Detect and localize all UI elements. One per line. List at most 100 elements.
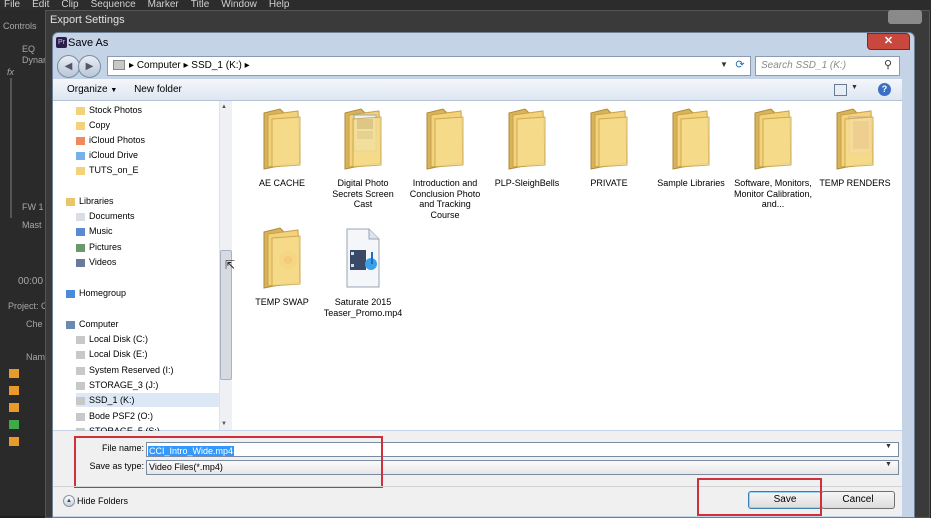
menu-title[interactable]: Title	[191, 0, 210, 10]
folder-item[interactable]: AE CACHE	[242, 107, 322, 222]
address-bar[interactable]: ▸ Computer ▸ SSD_1 (K:) ▸	[107, 56, 751, 76]
refresh-icon[interactable]: ⟳	[732, 57, 748, 73]
menu-file[interactable]: File	[4, 0, 20, 10]
project-search-label: Che	[26, 319, 43, 329]
menu-clip[interactable]: Clip	[61, 0, 78, 10]
nav-item[interactable]: Stock Photos	[76, 103, 142, 117]
fader-track	[10, 78, 12, 218]
folder-item[interactable]: TEMP SWAP	[242, 226, 322, 341]
fx-icon[interactable]: fx	[7, 67, 14, 77]
address-dropdown-icon[interactable]: ▼	[717, 57, 731, 73]
menu-window[interactable]: Window	[221, 0, 257, 10]
master-label: Mast	[22, 220, 42, 230]
save-type-dropdown-icon[interactable]: ▼	[885, 461, 892, 468]
icloud-photos-icon	[76, 136, 85, 145]
search-input[interactable]: Search SSD_1 (K:)	[755, 56, 900, 76]
help-icon[interactable]: ?	[878, 83, 891, 96]
folder-item[interactable]: Digital Photo Secrets Screen Cast	[323, 107, 403, 222]
item-label: Software, Monitors, Monitor Calibration,…	[733, 178, 813, 209]
item-label: Introduction and Conclusion Photo and Tr…	[409, 178, 481, 220]
menu-sequence[interactable]: Sequence	[91, 0, 136, 10]
search-icon[interactable]: ⚲	[884, 58, 892, 71]
nav-item[interactable]: System Reserved (I:)	[76, 363, 174, 377]
nav-item-label: Music	[89, 226, 113, 236]
music-icon	[76, 227, 85, 236]
folder-item[interactable]: Introduction and Conclusion Photo and Tr…	[405, 107, 485, 222]
folder-item[interactable]: Sample Libraries	[651, 107, 731, 222]
back-button[interactable]: ◀	[57, 55, 80, 78]
view-dropdown-icon[interactable]: ▼	[851, 84, 858, 91]
nav-item[interactable]: iCloud Photos	[76, 133, 145, 147]
premiere-app-icon: Pr	[56, 37, 67, 48]
collapse-arrow-icon[interactable]: ▲	[63, 495, 75, 507]
file-name-dropdown-icon[interactable]: ▼	[885, 443, 892, 450]
menu-edit[interactable]: Edit	[32, 0, 49, 10]
effect-controls-label: Controls	[3, 21, 37, 31]
folder-item[interactable]: Software, Monitors, Monitor Calibration,…	[733, 107, 813, 222]
export-settings-title: Export Settings	[50, 14, 125, 26]
organize-button[interactable]: Organize ▼	[67, 84, 117, 95]
scroll-up-icon[interactable]: ▲	[221, 104, 227, 110]
drive-icon	[76, 335, 85, 344]
nav-item[interactable]: Bode PSF2 (O:)	[76, 409, 153, 423]
nav-item[interactable]: iCloud Drive	[76, 148, 138, 162]
nav-item[interactable]: TUTS_on_E	[76, 163, 139, 177]
fw-label: FW 1	[22, 202, 44, 212]
breadcrumb-ssd[interactable]: SSD_1 (K:)	[191, 60, 242, 71]
clip-label-orange	[9, 369, 19, 378]
name-column-label: Nam	[26, 352, 46, 362]
folder-item[interactable]: TEMP RENDERS	[815, 107, 895, 222]
scroll-down-icon[interactable]: ▼	[221, 421, 227, 427]
hide-folders-button[interactable]: Hide Folders	[77, 496, 128, 506]
breadcrumb-separator-icon[interactable]: ▸	[181, 60, 192, 71]
file-item[interactable]: Saturate 2015 Teaser_Promo.mp4	[323, 226, 403, 341]
item-label: PLP-SleighBells	[494, 178, 560, 188]
folder-icon	[833, 107, 877, 171]
menu-marker[interactable]: Marker	[148, 0, 179, 10]
breadcrumb-computer[interactable]: Computer	[137, 60, 181, 71]
folder-item[interactable]: PRIVATE	[569, 107, 649, 222]
menu-help[interactable]: Help	[269, 0, 290, 10]
folder-icon	[260, 226, 304, 290]
nav-item-label: iCloud Photos	[89, 135, 146, 145]
nav-item-label: System Reserved (I:)	[89, 365, 174, 375]
eq-label: EQ	[22, 44, 36, 54]
drive-icon	[76, 350, 85, 359]
nav-item[interactable]: Libraries	[66, 194, 114, 208]
nav-item[interactable]: Homegroup	[66, 286, 126, 300]
nav-item[interactable]: Documents	[76, 209, 135, 223]
nav-item-label: Pictures	[89, 242, 122, 252]
export-close-button[interactable]	[888, 10, 922, 24]
dynamics-label: Dynar	[22, 55, 47, 65]
nav-item[interactable]: Pictures	[76, 240, 122, 254]
new-folder-button[interactable]: New folder	[134, 84, 182, 95]
nav-item-label: Computer	[79, 319, 119, 329]
pictures-icon	[76, 243, 85, 252]
cancel-button[interactable]: Cancel	[821, 491, 895, 509]
nav-item-label: iCloud Drive	[89, 150, 139, 160]
item-label: Saturate 2015 Teaser_Promo.mp4	[323, 297, 403, 318]
breadcrumb-separator-icon[interactable]: ▸	[242, 60, 250, 71]
nav-item[interactable]: Copy	[76, 118, 110, 132]
chevron-down-icon: ▼	[110, 87, 118, 94]
close-button[interactable]: ✕	[867, 33, 910, 50]
nav-item-label: Copy	[89, 120, 111, 130]
video-file-icon	[341, 226, 385, 290]
nav-item[interactable]: SSD_1 (K:)	[76, 393, 219, 407]
drive-icon	[76, 396, 85, 405]
clip-label-orange	[9, 437, 19, 446]
nav-item[interactable]: STORAGE_3 (J:)	[76, 378, 158, 392]
videos-icon	[76, 258, 85, 267]
folder-item[interactable]: PLP-SleighBells	[487, 107, 567, 222]
forward-button[interactable]: ▶	[78, 55, 101, 78]
breadcrumb-separator-icon[interactable]: ▸	[129, 60, 137, 71]
nav-item[interactable]: Local Disk (E:)	[76, 347, 148, 361]
nav-item[interactable]: Computer	[66, 317, 119, 331]
nav-item[interactable]: Videos	[76, 255, 116, 269]
computer-icon	[66, 320, 75, 329]
clip-label-orange	[9, 386, 19, 395]
nav-item[interactable]: Music	[76, 224, 113, 238]
item-label: TEMP RENDERS	[819, 178, 891, 188]
nav-item[interactable]: Local Disk (C:)	[76, 332, 148, 346]
view-options-icon[interactable]	[834, 84, 847, 96]
